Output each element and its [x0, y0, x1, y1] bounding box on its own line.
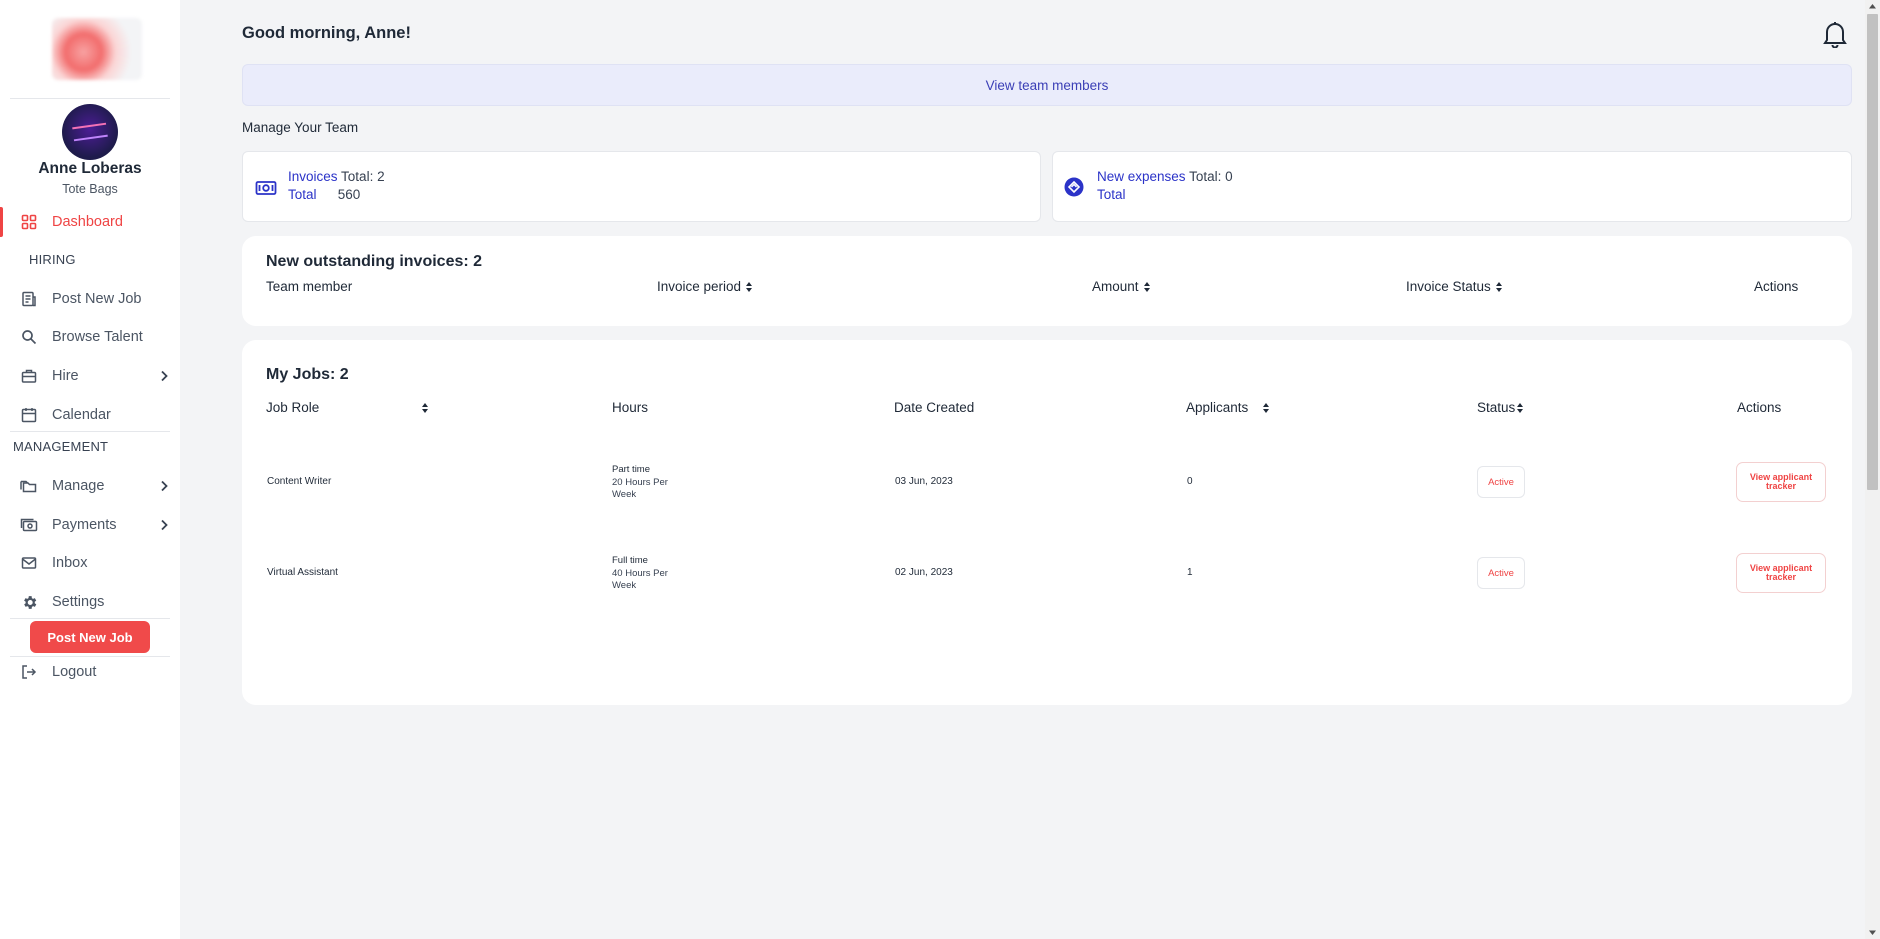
column-header: Actions: [1754, 279, 1799, 294]
job-role: Virtual Assistant: [267, 567, 338, 578]
sidebar-item-payments[interactable]: Payments: [0, 510, 180, 540]
column-header[interactable]: Status: [1477, 400, 1524, 415]
sort-icon[interactable]: [1495, 281, 1503, 293]
briefcase-icon: [20, 367, 38, 385]
greeting: Good morning, Anne!: [242, 24, 411, 42]
view-applicant-tracker-button[interactable]: View applicant tracker: [1736, 553, 1826, 593]
sidebar-item-calendar[interactable]: Calendar: [0, 400, 180, 430]
job-hours: Full time 40 Hours Per Week: [612, 555, 668, 591]
sidebar-item-label: Dashboard: [52, 214, 123, 230]
column-header: Hours: [612, 400, 649, 415]
user-name: Anne Loberas: [38, 160, 142, 177]
sort-icon[interactable]: [1516, 402, 1524, 414]
sidebar-divider: [10, 431, 170, 432]
sidebar-item-label: Settings: [52, 594, 105, 610]
sidebar-item-label: Manage: [52, 478, 105, 494]
folders-icon: [20, 477, 38, 495]
my-jobs-panel: My Jobs: 2 Job Role Hours Date Created A…: [242, 340, 1852, 705]
sidebar-item-settings[interactable]: Settings: [0, 587, 180, 617]
search-icon: [20, 328, 38, 346]
payments-icon: [20, 516, 38, 534]
column-header[interactable]: Applicants: [1186, 400, 1270, 415]
status-badge: Active: [1477, 466, 1525, 498]
invoices-card[interactable]: Invoices Total: 2 Total 560: [242, 151, 1041, 222]
view-team-members-button[interactable]: View team members: [242, 64, 1852, 106]
document-icon: [20, 290, 38, 308]
expenses-count: Total: 0: [1189, 169, 1233, 184]
user-company: Tote Bags: [62, 182, 118, 196]
sidebar-item-logout[interactable]: Logout: [0, 657, 180, 687]
column-header: Actions: [1737, 400, 1782, 415]
sort-icon[interactable]: [1143, 281, 1151, 293]
sort-icon[interactable]: [1262, 402, 1270, 414]
sidebar-item-label: Post New Job: [52, 291, 142, 307]
column-header[interactable]: Amount: [1092, 279, 1151, 294]
invoices-label: Invoices: [288, 169, 338, 184]
sort-icon[interactable]: [745, 281, 753, 293]
view-applicant-tracker-button[interactable]: View applicant tracker: [1736, 462, 1826, 502]
sidebar-item-label: Payments: [52, 517, 117, 533]
sidebar-divider: [10, 618, 170, 619]
gear-icon: [20, 593, 38, 611]
expenses-label: New expenses: [1097, 169, 1186, 184]
sidebar-item-manage[interactable]: Manage: [0, 471, 180, 501]
bell-icon[interactable]: [1822, 20, 1848, 48]
sidebar-divider: [10, 98, 170, 99]
invoices-total-value: 560: [337, 187, 361, 202]
sidebar-item-label: Logout: [52, 664, 97, 680]
invoices-total-label: Total: [288, 187, 317, 202]
chevron-right-icon: [161, 519, 168, 531]
job-date: 03 Jun, 2023: [895, 476, 953, 487]
sidebar-item-label: Calendar: [52, 407, 111, 423]
mail-icon: [20, 554, 38, 572]
sidebar-item-inbox[interactable]: Inbox: [0, 548, 180, 578]
company-logo: [52, 18, 142, 80]
sort-icon[interactable]: [421, 402, 429, 414]
my-jobs-title: My Jobs: 2: [266, 366, 349, 383]
job-hours: Part time 20 Hours Per Week: [612, 464, 668, 500]
status-badge: Active: [1477, 557, 1525, 589]
post-new-job-button[interactable]: Post New Job: [30, 621, 150, 653]
logout-icon: [20, 663, 38, 681]
job-role: Content Writer: [267, 476, 332, 487]
scroll-thumb[interactable]: [1867, 14, 1878, 490]
section-hiring: HIRING: [29, 252, 76, 267]
section-management: MANAGEMENT: [13, 439, 109, 454]
job-applicants: 1: [1187, 567, 1193, 578]
avatar[interactable]: [62, 104, 118, 160]
job-date: 02 Jun, 2023: [895, 567, 953, 578]
column-header: Team member: [266, 279, 353, 294]
job-applicants: 0: [1187, 476, 1193, 487]
money-icon: [255, 181, 277, 195]
calendar-icon: [20, 406, 38, 424]
expenses-icon: [1064, 177, 1084, 197]
sidebar-item-label: Browse Talent: [52, 329, 143, 345]
sidebar-item-label: Hire: [52, 368, 79, 384]
scroll-up-icon[interactable]: [1868, 2, 1877, 11]
sidebar: Anne Loberas Tote Bags Dashboard HIRING …: [0, 0, 180, 939]
dashboard-icon: [20, 213, 38, 231]
outstanding-invoices-panel: New outstanding invoices: 2 Team member …: [242, 236, 1852, 326]
sidebar-item-hire[interactable]: Hire: [0, 361, 180, 391]
scroll-down-icon[interactable]: [1868, 928, 1877, 937]
scrollbar[interactable]: [1865, 0, 1880, 939]
column-header[interactable]: Invoice Status: [1406, 279, 1503, 294]
sidebar-item-label: Inbox: [52, 555, 88, 571]
chevron-right-icon: [161, 370, 168, 382]
sidebar-item-dashboard[interactable]: Dashboard: [0, 207, 180, 237]
manage-team-label: Manage Your Team: [242, 120, 359, 135]
invoices-count: Total: 2: [341, 169, 385, 184]
expenses-total-label: Total: [1097, 187, 1126, 202]
sidebar-item-post-new-job[interactable]: Post New Job: [0, 284, 180, 314]
chevron-right-icon: [161, 480, 168, 492]
column-header[interactable]: Invoice period: [657, 279, 753, 294]
column-header: Date Created: [894, 400, 975, 415]
expenses-card[interactable]: New expenses Total: 0 Total: [1052, 151, 1852, 222]
outstanding-invoices-title: New outstanding invoices: 2: [266, 253, 483, 270]
sidebar-item-browse-talent[interactable]: Browse Talent: [0, 322, 180, 352]
column-header[interactable]: Job Role: [266, 400, 429, 415]
